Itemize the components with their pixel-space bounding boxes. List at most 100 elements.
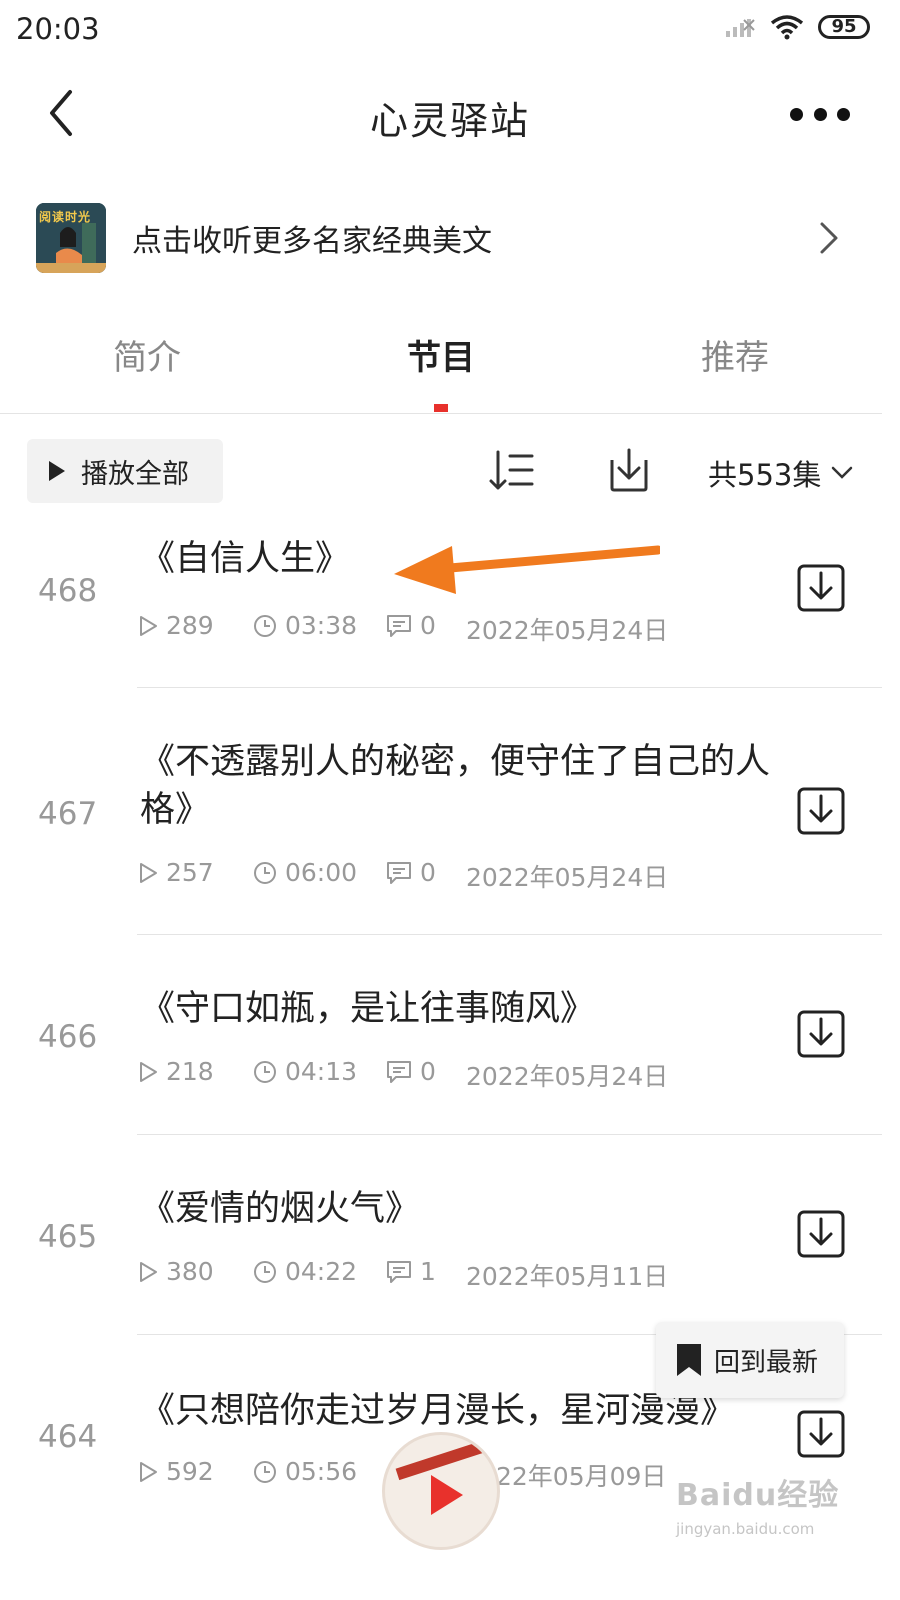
play-icon	[140, 1061, 157, 1082]
comment-count-value: 0	[420, 858, 436, 887]
download-icon[interactable]	[796, 563, 846, 613]
chevron-down-icon	[832, 466, 853, 479]
episode-count-select[interactable]: 共553集	[708, 452, 853, 494]
publish-date: 2022年05月24日	[466, 863, 669, 892]
episode-number: 467	[38, 796, 98, 832]
clock-icon	[254, 1260, 276, 1283]
duration: 05:56	[253, 1457, 357, 1486]
publish-date: 2022年05月24日	[466, 616, 669, 645]
episode-count: 共553集	[708, 458, 822, 492]
duration: 04:13	[253, 1057, 357, 1086]
cover-text: 阅读时光	[39, 210, 92, 224]
promo-banner[interactable]: 阅读时光 点击收听更多名家经典美文	[0, 198, 900, 278]
play-icon	[431, 1475, 463, 1515]
duration-value: 03:38	[285, 611, 358, 640]
duration-value: 04:13	[285, 1057, 358, 1086]
bookmark-icon	[677, 1344, 701, 1376]
download-icon[interactable]	[796, 786, 846, 836]
tab-intro[interactable]: 简介	[47, 330, 247, 379]
more-icon	[790, 107, 803, 121]
play-icon	[49, 461, 65, 481]
duration: 03:38	[253, 611, 357, 640]
comment-count: 1	[386, 1257, 436, 1286]
list-item[interactable]: 466 《守口如瓶，是让往事随风》 218 04:13 0 2022年05月24…	[0, 935, 900, 1135]
download-all-icon[interactable]	[606, 446, 652, 494]
tab-recommend[interactable]: 推荐	[635, 330, 835, 379]
more-icon-dot	[813, 107, 827, 121]
list-item[interactable]: 465 《爱情的烟火气》 380 04:22 1 2022年05月11日	[0, 1135, 900, 1335]
comment-count: 0	[386, 611, 436, 640]
play-count-value: 592	[166, 1457, 214, 1486]
comment-icon	[387, 1260, 411, 1283]
status-time: 20:03	[16, 12, 100, 46]
annotation-arrow-icon	[394, 545, 660, 594]
mini-player[interactable]	[382, 1432, 500, 1550]
promo-cover-image: 阅读时光	[36, 203, 106, 273]
sort-icon[interactable]	[488, 450, 536, 492]
clock-icon	[254, 1060, 276, 1083]
play-all-button[interactable]: 播放全部	[27, 439, 223, 503]
comment-icon	[387, 614, 411, 637]
comment-count-value: 0	[420, 611, 436, 640]
play-count: 592	[138, 1457, 214, 1486]
promo-text: 点击收听更多名家经典美文	[132, 224, 492, 259]
publish-date: 2022年05月24日	[466, 1062, 669, 1091]
back-to-latest-button[interactable]: 回到最新	[656, 1322, 844, 1398]
play-count-value: 380	[166, 1257, 214, 1286]
download-icon[interactable]	[796, 1009, 846, 1059]
episode-number: 465	[38, 1219, 98, 1255]
duration-value: 04:22	[285, 1257, 358, 1286]
play-count: 257	[138, 858, 214, 887]
duration-value: 06:00	[285, 858, 358, 887]
battery-indicator: 95	[818, 15, 870, 39]
comment-count-value: 0	[420, 1057, 436, 1086]
more-icon-dot	[837, 107, 850, 121]
more-button[interactable]	[790, 104, 850, 124]
download-icon[interactable]	[796, 1409, 846, 1459]
status-bar: 20:03 95	[0, 0, 900, 62]
episode-title: 《守口如瓶，是让往事随风》	[140, 989, 596, 1029]
episode-title: 《不透露别人的秘密，便守住了自己的人格》	[140, 742, 771, 830]
nav-bar: 心灵驿站	[0, 70, 900, 160]
back-to-latest-label: 回到最新	[714, 1347, 819, 1378]
watermark: Baidu经验 jingyan.baidu.com	[676, 1470, 856, 1550]
play-icon	[140, 1261, 157, 1282]
publish-date: 22年05月09日	[496, 1462, 667, 1491]
play-all-label: 播放全部	[81, 458, 189, 490]
tab-bar: 简介 节目 推荐	[0, 320, 882, 414]
play-icon	[140, 862, 157, 883]
clock-icon	[254, 614, 276, 637]
episode-number: 466	[38, 1019, 98, 1055]
comment-count-value: 1	[420, 1257, 436, 1286]
comment-icon	[387, 1060, 411, 1083]
play-count-value: 289	[166, 611, 214, 640]
play-count-value: 257	[166, 858, 214, 887]
publish-date: 2022年05月11日	[466, 1262, 669, 1291]
tab-active-indicator	[434, 404, 448, 412]
tab-episodes[interactable]: 节目	[341, 330, 541, 379]
chevron-right-icon	[820, 222, 838, 254]
episode-number: 464	[38, 1419, 98, 1455]
comment-count: 0	[386, 1057, 436, 1086]
status-icons: 95	[724, 14, 870, 40]
episode-title: 《爱情的烟火气》	[140, 1189, 421, 1229]
watermark-main: Baidu经验	[676, 1478, 840, 1513]
play-count-value: 218	[166, 1057, 214, 1086]
play-icon	[140, 615, 157, 636]
clock-icon	[254, 1460, 276, 1483]
play-count: 289	[138, 611, 214, 640]
play-count: 380	[138, 1257, 214, 1286]
page-title: 心灵驿站	[369, 99, 530, 143]
duration-value: 05:56	[285, 1457, 358, 1486]
clock-icon	[254, 861, 276, 884]
wifi-icon	[770, 15, 804, 40]
duration: 06:00	[253, 858, 357, 887]
download-icon[interactable]	[796, 1209, 846, 1259]
comment-count: 0	[386, 858, 436, 887]
cover-strip	[395, 1437, 495, 1481]
signal-icon	[726, 19, 755, 37]
list-item[interactable]: 467 《不透露别人的秘密，便守住了自己的人格》 257 06:00 0 202…	[0, 688, 900, 935]
list-toolbar: 播放全部 共553集	[0, 438, 900, 504]
comment-icon	[387, 861, 411, 884]
watermark-sub: jingyan.baidu.com	[676, 1520, 815, 1538]
